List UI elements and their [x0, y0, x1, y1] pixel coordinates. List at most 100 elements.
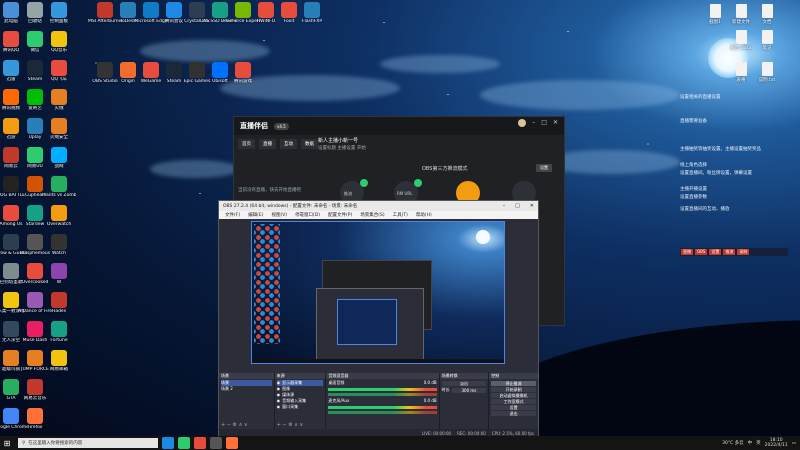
eye-icon[interactable]: ◉ — [277, 404, 281, 410]
desktop-shortcut[interactable]: 火绒安全 — [42, 118, 76, 140]
app-icon — [3, 176, 19, 192]
desktop-shortcut[interactable]: Plants vs Zombies — [42, 176, 76, 198]
minimize-icon[interactable]: – — [503, 203, 506, 209]
dashboard-item: 录制 — [737, 249, 750, 255]
volume-slider[interactable] — [328, 411, 437, 414]
app-icon — [3, 205, 19, 221]
notification-icon[interactable]: ▭ — [792, 441, 796, 446]
desktop-shortcut[interactable]: Watch — [42, 234, 76, 256]
obs-preview[interactable] — [251, 221, 505, 364]
shortcut-label: 网易云音乐 — [23, 396, 47, 401]
windows-icon[interactable]: ⊞ — [0, 436, 14, 450]
close-icon[interactable]: ✕ — [530, 203, 534, 209]
scene-item[interactable]: 场景 2 — [221, 386, 272, 392]
transition-type-select[interactable]: 淡出 — [441, 381, 487, 386]
system-tray: 30°C 多云 中 英 18:10 2022/4/11 ▭ — [722, 436, 796, 450]
desktop-shortcut[interactable]: FlashFXP — [295, 2, 329, 24]
desktop-shortcut[interactable]: W — [42, 263, 76, 285]
menu-item[interactable]: 帮助(H) — [416, 212, 432, 218]
menu-item[interactable]: 工具(T) — [393, 212, 408, 218]
control-button[interactable]: 工作室模式 — [491, 399, 536, 404]
file-icon[interactable]: 文档 — [752, 4, 782, 25]
app-icon — [51, 118, 67, 134]
maximize-icon[interactable]: □ — [515, 203, 520, 209]
control-button[interactable]: 停止推流 — [491, 381, 536, 386]
clock[interactable]: 18:10 2022/4/11 — [765, 438, 788, 448]
file-icon[interactable]: 笔记 — [752, 30, 782, 51]
preview-nested-preview — [337, 299, 397, 345]
obs-window[interactable]: OBS 27.2.4 (64 bit, windows) - 配置文件: 未命名… — [218, 200, 539, 438]
taskbar-app-icon[interactable] — [162, 437, 174, 449]
file-icon[interactable]: 说明.txt — [752, 62, 782, 83]
desktop-shortcut[interactable]: Firefox — [18, 408, 52, 430]
desktop-shortcut[interactable]: Fortune — [42, 321, 76, 343]
obs-titlebar: OBS 27.2.4 (64 bit, windows) - 配置文件: 未命名… — [219, 201, 538, 211]
app-tab[interactable]: 直播 — [259, 139, 276, 149]
desktop-shortcut[interactable]: 腾讯游戏 — [226, 62, 260, 84]
app-tab[interactable]: 首页 — [238, 139, 255, 149]
app-icon — [51, 176, 67, 192]
scenes-dock-toolbar[interactable]: + − ⚙ ∧ ∨ — [221, 422, 248, 428]
avatar[interactable] — [518, 119, 527, 127]
app-icon — [51, 350, 67, 366]
document-icon — [761, 30, 773, 44]
maximize-icon[interactable]: □ — [541, 119, 547, 127]
settings-button[interactable]: 设置 — [536, 164, 552, 172]
app-tab[interactable]: 互动 — [280, 139, 297, 149]
status-text: REC: 00:00:00 — [457, 430, 486, 436]
status-dot — [360, 179, 368, 187]
control-button[interactable]: 启动虚拟摄像机 — [491, 393, 536, 398]
app-icon — [304, 2, 320, 18]
taskbar-app-icon[interactable] — [178, 437, 190, 449]
control-button[interactable]: 开始录制 — [491, 387, 536, 392]
control-button[interactable]: 设置 — [491, 405, 536, 410]
duration-input[interactable]: 300 ms — [451, 388, 487, 393]
desktop-shortcut[interactable]: Hades — [42, 292, 76, 314]
menu-item[interactable]: 编辑(E) — [248, 212, 263, 218]
shortcut-label: Overwatch — [46, 222, 72, 227]
menu-item[interactable]: 停靠窗口(D) — [295, 212, 320, 218]
volume-slider[interactable] — [328, 393, 437, 396]
app-icon — [51, 31, 67, 47]
desktop-note-text: 设置相关的直播设置 — [680, 95, 721, 100]
sources-dock-toolbar[interactable]: + − ⚙ ∧ ∨ — [277, 422, 304, 428]
menu-item[interactable]: 视图(V) — [271, 212, 287, 218]
taskbar-app-icon[interactable] — [210, 437, 222, 449]
close-icon[interactable]: ✕ — [553, 119, 558, 127]
shortcut-label: QQ音乐 — [50, 48, 68, 53]
app-icon — [3, 350, 19, 366]
app-icon — [27, 31, 43, 47]
app-icon — [51, 60, 67, 76]
minimize-icon[interactable]: – — [532, 119, 535, 127]
shortcut-label: 网易邮箱 — [50, 367, 68, 372]
desktop-note-text: 主播开播设置 — [680, 187, 707, 192]
desktop-shortcut[interactable]: 火绒 — [42, 89, 76, 111]
menu-item[interactable]: 配置文件(P) — [328, 212, 352, 218]
desktop-shortcut[interactable]: 网易邮箱 — [42, 350, 76, 372]
taskbar-app-icon[interactable] — [194, 437, 206, 449]
menu-item[interactable]: 文件(F) — [225, 212, 240, 218]
volume-meter — [328, 406, 437, 409]
desktop-shortcut[interactable]: QQ音乐 — [42, 31, 76, 53]
menu-item[interactable]: 场景集合(S) — [360, 212, 384, 218]
source-item[interactable]: ◉ 窗口采集 — [277, 404, 324, 410]
weather-text[interactable]: 30°C 多云 — [722, 440, 744, 446]
document-icon — [761, 62, 773, 76]
dashboard-item: 推流 — [723, 249, 736, 255]
desktop-shortcut[interactable]: Overwatch — [42, 205, 76, 227]
app-sidebar-text: 当前没有直播，快去开始直播吧 — [238, 188, 301, 193]
app-tab[interactable]: 数据 — [301, 139, 318, 149]
app-icon — [27, 379, 43, 395]
dashboard-item: OBS — [695, 249, 708, 255]
search-input[interactable]: ⚲ 在这里输入你要搜索的内容 — [18, 438, 158, 448]
language-indicator[interactable]: 英 — [756, 440, 761, 446]
ime-indicator[interactable]: 中 — [748, 440, 753, 446]
desktop-shortcut[interactable]: 控制面板 — [42, 2, 76, 24]
shortcut-label: 战网 — [54, 164, 64, 169]
shortcut-label: 火绒安全 — [50, 135, 68, 140]
desktop-shortcut[interactable]: QQ飞车 — [42, 60, 76, 82]
control-button[interactable]: 退出 — [491, 411, 536, 416]
taskbar-app-icon[interactable] — [226, 437, 238, 449]
desktop-shortcut[interactable]: 战网 — [42, 147, 76, 169]
desktop-shortcut[interactable]: 网易云音乐 — [18, 379, 52, 401]
